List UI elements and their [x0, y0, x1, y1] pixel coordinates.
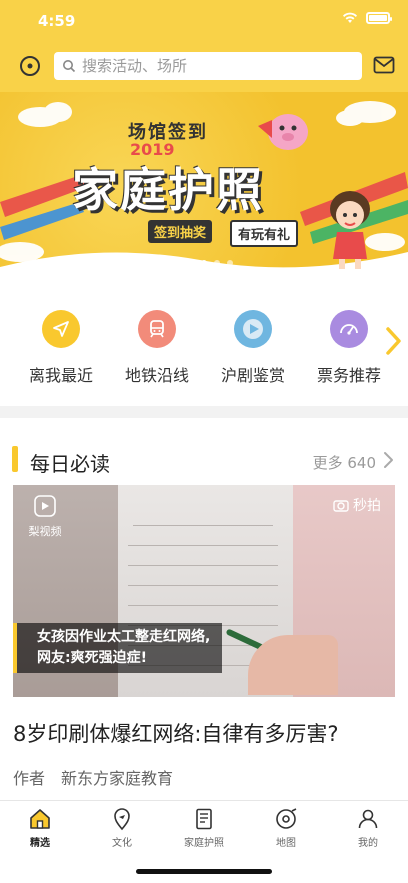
category-tickets[interactable]: 票务推荐: [301, 310, 397, 386]
map-pin-icon: [114, 808, 130, 831]
header: 4:59: [0, 0, 408, 92]
banner-dot[interactable]: [214, 260, 220, 266]
chevron-right-icon[interactable]: [382, 451, 394, 469]
video-caption: 女孩因作业太工整走红网络, 网友:爽死强迫症!: [13, 623, 223, 673]
search-input[interactable]: [82, 57, 352, 75]
article-title[interactable]: 8岁印刷体爆红网络:自律有多厉害?: [13, 718, 339, 748]
video-source-logo: 梨视频: [27, 495, 63, 539]
article-author: 作者 新东方家庭教育: [13, 769, 174, 788]
tab-culture[interactable]: 文化: [92, 807, 152, 849]
navigation-arrow-icon: [42, 310, 80, 348]
banner-dot[interactable]: [227, 260, 233, 266]
tab-family-passport[interactable]: 家庭护照: [174, 807, 234, 849]
promo-banner[interactable]: 场馆签到 2019 家庭护照 签到抽奖 有玩有礼: [0, 92, 408, 282]
search-bar[interactable]: [54, 52, 362, 80]
subway-icon: [138, 310, 176, 348]
banner-dot-active[interactable]: [201, 260, 207, 266]
banner-title: 家庭护照: [72, 163, 264, 217]
gauge-icon: [330, 310, 368, 348]
category-nearby[interactable]: 离我最近: [13, 310, 109, 386]
section-accent-bar: [12, 446, 18, 472]
passport-icon: [196, 808, 212, 830]
chevron-right-icon[interactable]: [384, 326, 402, 356]
category-row: 离我最近 地铁沿线 沪剧鉴赏 票务推荐: [0, 302, 408, 392]
locate-icon[interactable]: [18, 54, 42, 78]
banner-tag-lottery: 签到抽奖: [148, 220, 213, 243]
play-icon: [234, 310, 272, 348]
wifi-icon: [343, 12, 357, 23]
tab-map[interactable]: 地图: [256, 807, 316, 849]
pear-logo-icon: [34, 495, 56, 517]
camera-icon: [333, 500, 349, 512]
tab-profile[interactable]: 我的: [338, 807, 398, 849]
user-icon: [358, 809, 378, 829]
battery-icon: [366, 12, 392, 24]
section-title: 每日必读: [30, 452, 110, 476]
video-badge: 秒拍: [333, 495, 381, 515]
map-icon: [276, 808, 297, 829]
mascot-pig-icon: [258, 114, 308, 150]
banner-pagination: [0, 260, 408, 266]
banner-dot[interactable]: [188, 260, 194, 266]
banner-dot[interactable]: [175, 260, 181, 266]
section-divider: [0, 406, 408, 418]
banner-tag-gift: 有玩有礼: [230, 220, 299, 247]
tab-featured[interactable]: 精选: [10, 807, 70, 849]
search-icon: [63, 60, 76, 73]
home-indicator: [136, 869, 272, 874]
status-time: 4:59: [38, 12, 76, 30]
category-subway[interactable]: 地铁沿线: [109, 310, 205, 386]
category-opera[interactable]: 沪剧鉴赏: [205, 310, 301, 386]
hand-image: [248, 635, 338, 695]
more-link[interactable]: 更多 640: [313, 452, 376, 473]
video-thumbnail[interactable]: 梨视频 秒拍 女孩因作业太工整走红网络, 网友:爽死强迫症!: [13, 485, 395, 697]
status-indicators: [342, 12, 392, 24]
home-icon: [30, 809, 50, 829]
mail-icon[interactable]: [372, 53, 396, 77]
